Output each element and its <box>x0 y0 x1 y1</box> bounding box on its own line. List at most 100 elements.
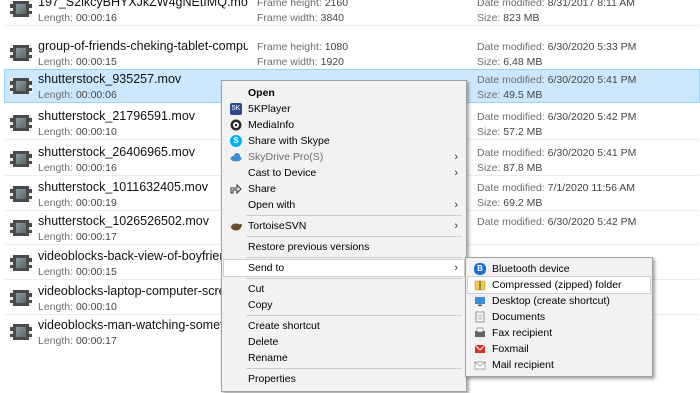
documents-icon <box>474 311 486 323</box>
file-row[interactable]: 197_S2lkcyBHYXJkZW4gNEtfMQ.mov Length: 0… <box>4 0 700 26</box>
file-length: Length: 00:00:17 <box>38 335 117 347</box>
menu-mediainfo[interactable]: MediaInfo <box>224 117 464 133</box>
file-size: Size: 87.8 MB <box>477 162 543 174</box>
frame-height: Frame height: 1080 <box>257 41 349 53</box>
file-name: group-of-friends-cheking-tablet-comput..… <box>38 39 248 53</box>
menu-5kplayer[interactable]: 5K 5KPlayer <box>224 101 464 117</box>
video-thumbnail <box>10 151 32 167</box>
menu-separator <box>246 215 462 216</box>
menu-share-skype[interactable]: S Share with Skype <box>224 133 464 149</box>
file-name: shutterstock_21796591.mov <box>38 109 196 123</box>
bluetooth-icon: B <box>474 263 486 275</box>
mediainfo-icon <box>230 119 242 131</box>
video-thumbnail <box>10 45 32 61</box>
file-name: shutterstock_26406965.mov <box>38 145 196 159</box>
menu-tortoisesvn[interactable]: TortoiseSVN › <box>224 218 464 234</box>
sendto-foxmail[interactable]: Foxmail <box>468 341 650 357</box>
date-modified: Date modified: 8/31/2017 8:11 AM <box>477 0 635 9</box>
mail-icon <box>474 359 486 371</box>
menu-open[interactable]: Open <box>224 85 464 101</box>
5kplayer-icon: 5K <box>230 103 242 115</box>
video-thumbnail <box>10 324 32 340</box>
menu-cut[interactable]: Cut <box>224 281 464 297</box>
frame-width: Frame width: 1920 <box>257 56 344 68</box>
menu-create-shortcut[interactable]: Create shortcut <box>224 318 464 334</box>
file-length: Length: 00:00:17 <box>38 231 117 243</box>
menu-separator <box>246 236 462 237</box>
menu-rename[interactable]: Rename <box>224 350 464 366</box>
context-menu: Open 5K 5KPlayer MediaInfo S Share with … <box>221 80 467 392</box>
menu-cast-to-device[interactable]: Cast to Device › <box>224 165 464 181</box>
chevron-right-icon: › <box>454 262 458 274</box>
chevron-right-icon: › <box>454 220 458 232</box>
chevron-right-icon: › <box>454 167 458 179</box>
sendto-mail-recipient[interactable]: Mail recipient <box>468 357 650 373</box>
file-length: Length: 00:00:10 <box>38 126 117 138</box>
file-size: Size: 49.5 MB <box>477 89 543 101</box>
menu-restore-previous-versions[interactable]: Restore previous versions <box>224 239 464 255</box>
file-length: Length: 00:00:16 <box>38 162 117 174</box>
video-thumbnail <box>10 78 32 94</box>
date-modified: Date modified: 6/30/2020 5:41 PM <box>477 74 637 86</box>
sendto-desktop[interactable]: Desktop (create shortcut) <box>468 293 650 309</box>
fax-icon <box>474 327 486 339</box>
file-size: Size: 823 MB <box>477 12 540 24</box>
chevron-right-icon: › <box>454 151 458 163</box>
row-divider <box>5 25 699 26</box>
chevron-right-icon: › <box>454 199 458 211</box>
file-length: Length: 00:00:19 <box>38 197 117 209</box>
file-name: videoblocks-man-watching-someth <box>38 318 231 332</box>
menu-delete[interactable]: Delete <box>224 334 464 350</box>
sendto-compressed-folder[interactable]: Compressed (zipped) folder <box>467 276 651 294</box>
menu-separator <box>246 315 462 316</box>
file-length: Length: 00:00:10 <box>38 301 117 313</box>
date-modified: Date modified: 6/30/2020 5:42 PM <box>477 111 637 123</box>
date-modified: Date modified: 7/1/2020 11:56 AM <box>477 182 635 194</box>
zip-folder-icon <box>474 279 486 291</box>
file-row[interactable]: group-of-friends-cheking-tablet-comput..… <box>4 36 700 70</box>
menu-separator <box>246 257 462 258</box>
menu-copy[interactable]: Copy <box>224 297 464 313</box>
cloud-icon <box>230 151 242 163</box>
menu-share[interactable]: Share <box>224 181 464 197</box>
share-icon <box>230 183 242 195</box>
file-length: Length: 00:00:15 <box>38 56 117 68</box>
frame-width: Frame width: 3840 <box>257 12 344 24</box>
skype-icon: S <box>230 135 242 147</box>
video-thumbnail <box>10 115 32 131</box>
file-name: videoblocks-back-view-of-boyfrien <box>38 249 227 263</box>
frame-height: Frame height: 2160 <box>257 0 349 9</box>
video-thumbnail <box>10 220 32 236</box>
date-modified: Date modified: 6/30/2020 5:42 PM <box>477 216 637 228</box>
file-length: Length: 00:00:06 <box>38 89 117 101</box>
date-modified: Date modified: 6/30/2020 5:33 PM <box>477 41 637 53</box>
menu-send-to[interactable]: Send to › <box>223 259 465 277</box>
file-size: Size: 57.2 MB <box>477 126 543 138</box>
foxmail-icon <box>474 343 486 355</box>
file-name: shutterstock_1011632405.mov <box>38 180 209 194</box>
file-name: shutterstock_935257.mov <box>38 72 182 86</box>
date-modified: Date modified: 6/30/2020 5:41 PM <box>477 147 637 159</box>
file-name: videoblocks-laptop-computer-scre <box>38 284 226 298</box>
menu-properties[interactable]: Properties <box>224 371 464 387</box>
menu-separator <box>246 368 462 369</box>
tortoisesvn-icon <box>230 220 242 232</box>
menu-separator <box>246 278 462 279</box>
video-thumbnail <box>10 1 32 17</box>
send-to-submenu: B Bluetooth device Compressed (zipped) f… <box>465 257 653 377</box>
sendto-bluetooth[interactable]: B Bluetooth device <box>468 261 650 277</box>
file-size: Size: 69.2 MB <box>477 197 543 209</box>
file-length: Length: 00:00:16 <box>38 12 117 24</box>
menu-skydrive[interactable]: SkyDrive Pro(S) › <box>224 149 464 165</box>
desktop-icon <box>474 295 486 307</box>
file-length: Length: 00:00:15 <box>38 266 117 278</box>
video-thumbnail <box>10 255 32 271</box>
video-thumbnail <box>10 186 32 202</box>
file-size: Size: 6.48 MB <box>477 56 543 68</box>
file-name: shutterstock_1026526502.mov <box>38 214 209 228</box>
sendto-fax-recipient[interactable]: Fax recipient <box>468 325 650 341</box>
video-thumbnail <box>10 290 32 306</box>
file-name: 197_S2lkcyBHYXJkZW4gNEtfMQ.mov <box>38 0 248 9</box>
sendto-documents[interactable]: Documents <box>468 309 650 325</box>
menu-open-with[interactable]: Open with › <box>224 197 464 213</box>
